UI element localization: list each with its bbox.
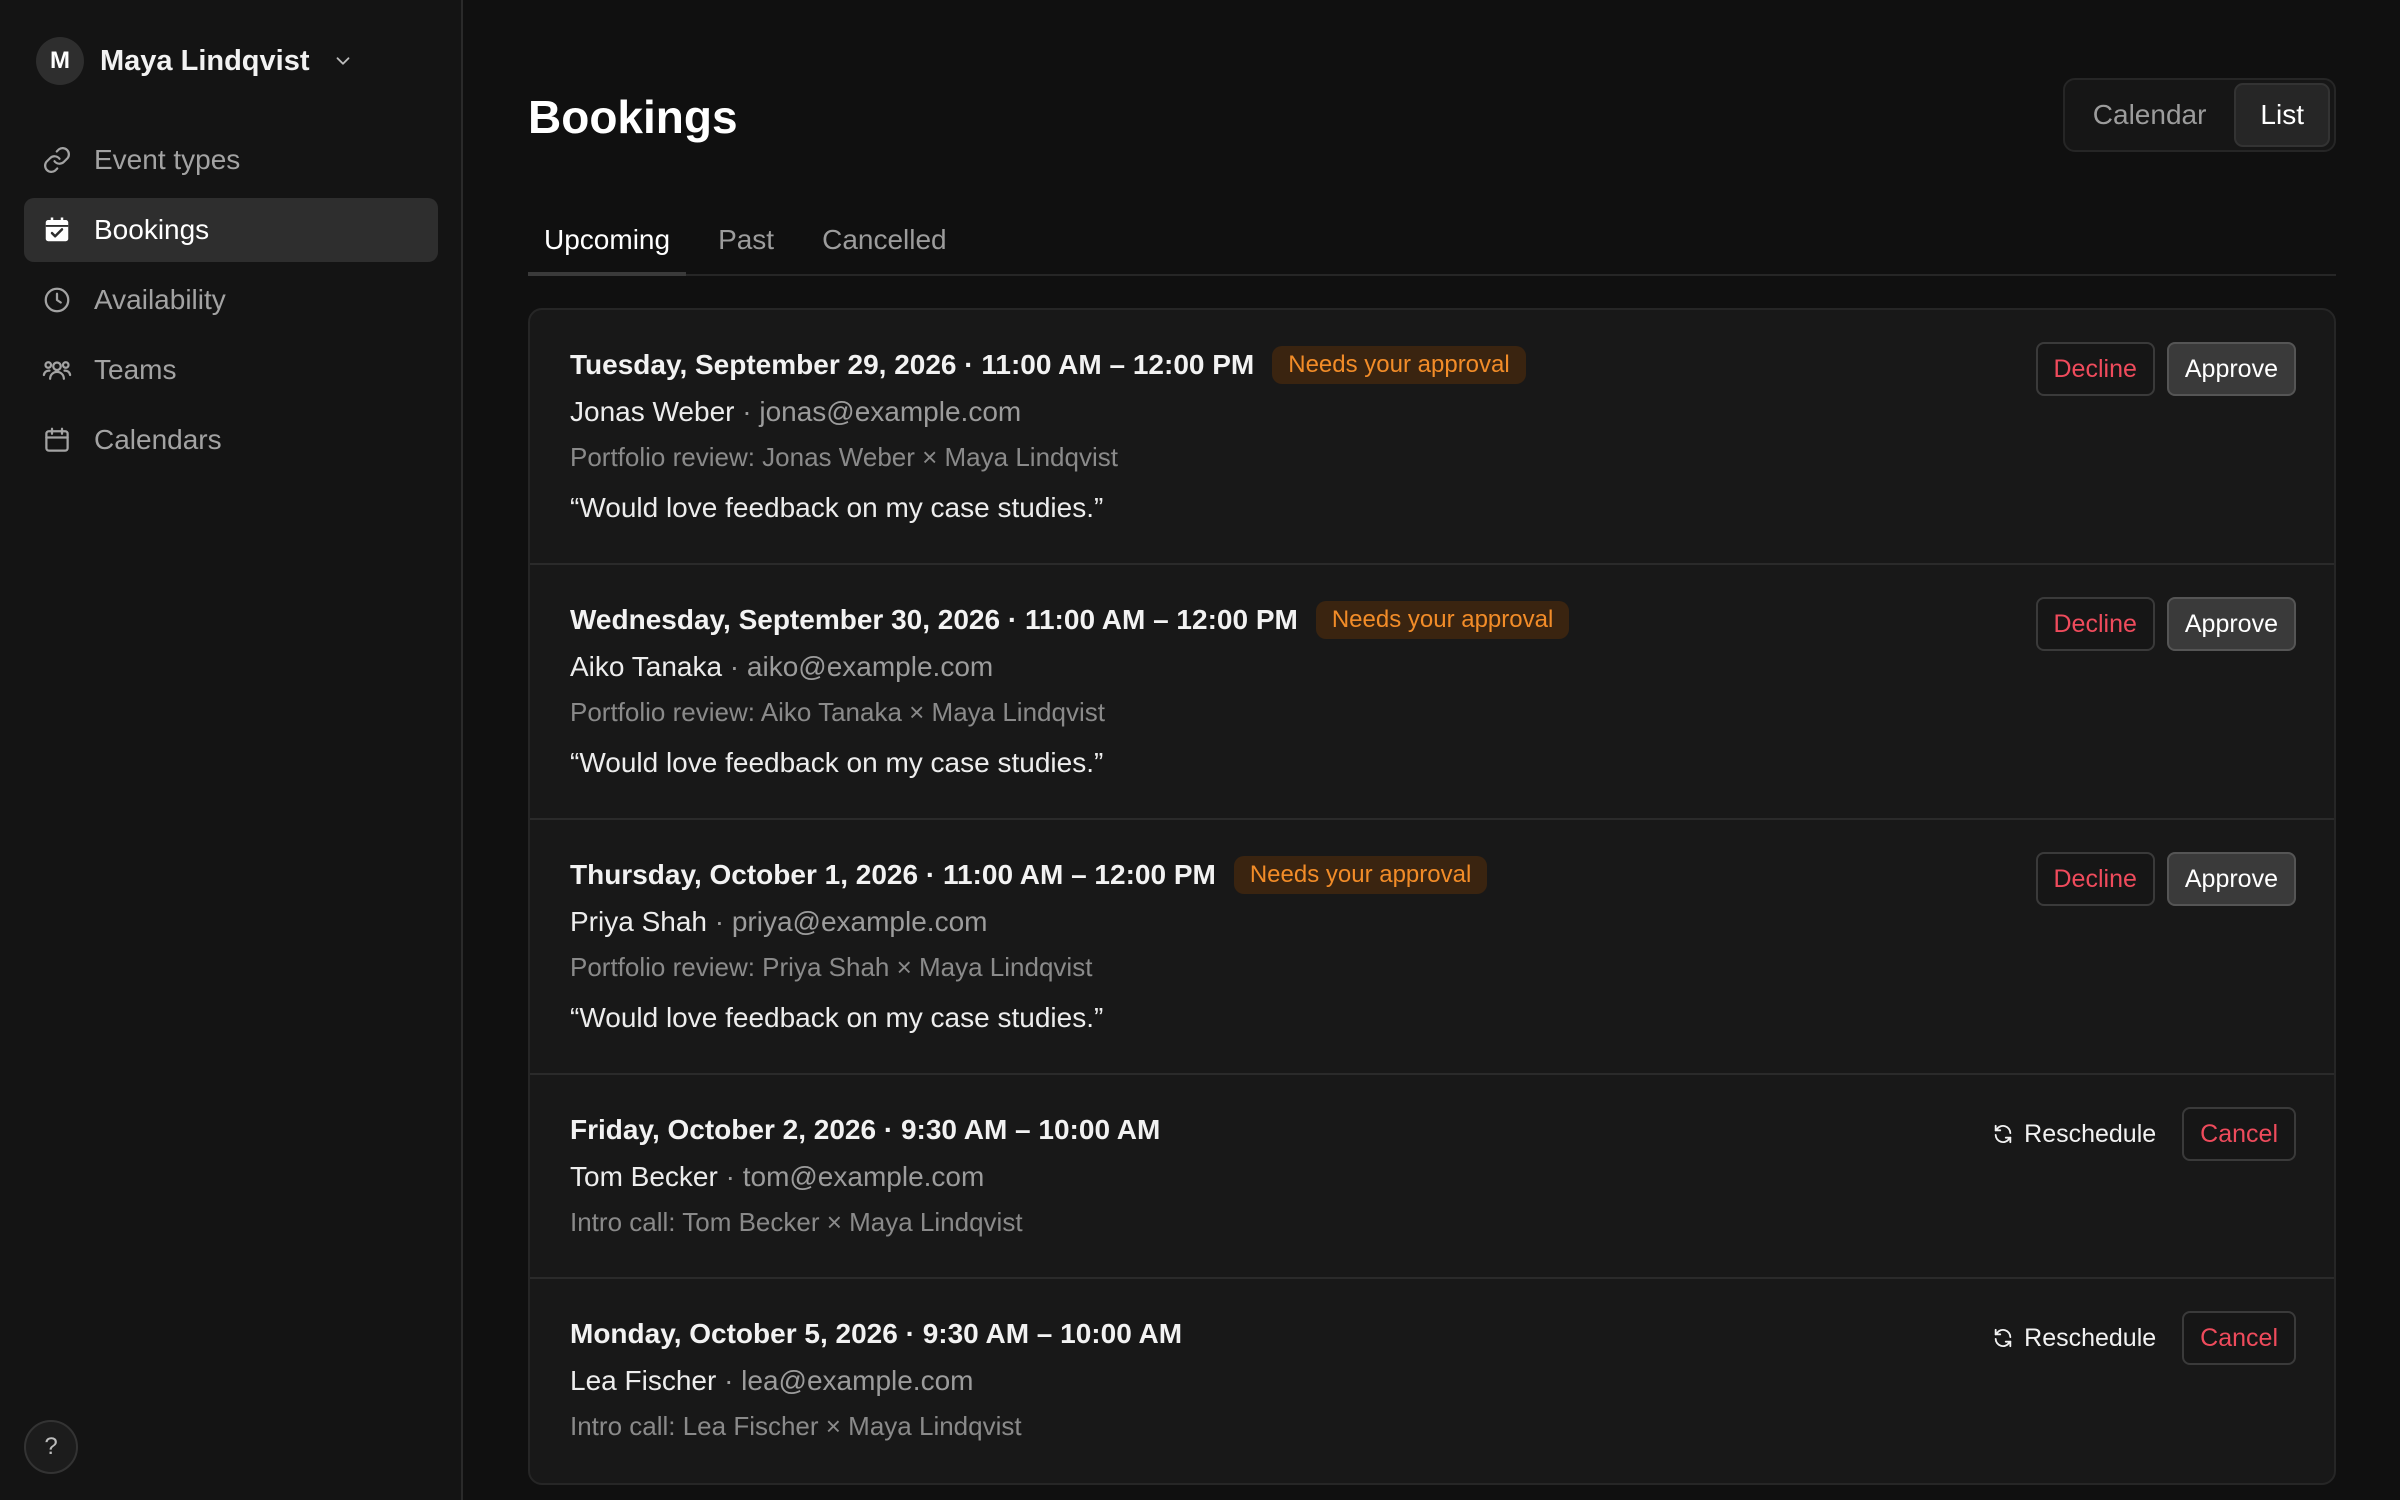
attendee-name: Jonas Weber <box>570 396 735 427</box>
cancel-button[interactable]: Cancel <box>2182 1311 2296 1365</box>
reschedule-button[interactable]: Reschedule <box>1978 1311 2170 1365</box>
status-badge: Needs your approval <box>1233 856 1488 894</box>
sidebar-item-label: Bookings <box>94 214 210 245</box>
tab-upcoming[interactable]: Upcoming <box>528 212 687 276</box>
calendar-icon <box>45 427 69 452</box>
help-button[interactable]: ? <box>24 1420 78 1474</box>
event-title: Portfolio review: Jonas Weber × Maya Lin… <box>570 442 1118 472</box>
attendee-name: Aiko Tanaka <box>570 651 723 682</box>
approve-button[interactable]: Approve <box>2166 597 2296 651</box>
attendee: Lea Fischer · lea@example.com <box>570 1365 2294 1405</box>
event-title: Portfolio review: Priya Shah × Maya Lind… <box>570 952 1093 982</box>
tab-past[interactable]: Past <box>702 212 790 276</box>
page-title: Bookings <box>528 91 738 143</box>
view-toggle: Calendar List <box>2062 78 2336 152</box>
link-icon <box>44 147 70 173</box>
booking-time: Thursday, October 1, 2026 · 11:00 AM – 1… <box>570 859 1216 890</box>
user-name: Maya Lindqvist <box>100 44 310 77</box>
user-switcher[interactable]: M Maya Lindqvist <box>36 37 354 85</box>
attendee: Priya Shah · priya@example.com <box>570 906 2294 946</box>
attendee-name: Tom Becker <box>570 1161 718 1192</box>
event-title: Portfolio review: Aiko Tanaka × Maya Lin… <box>570 697 1105 727</box>
booking-row: Wednesday, September 30, 2026 · 11:00 AM… <box>530 565 2334 820</box>
booking-row: Tuesday, September 29, 2026 · 11:00 AM –… <box>530 310 2334 565</box>
sidebar-item-calendars[interactable]: Calendars <box>24 408 438 472</box>
calendar-view-button[interactable]: Calendar <box>2069 83 2231 147</box>
calendar-check-icon <box>45 217 69 242</box>
attendee: Jonas Weber · jonas@example.com <box>570 396 2294 436</box>
booking-actions: Reschedule Cancel <box>1978 1107 2296 1161</box>
booking-row: Thursday, October 1, 2026 · 11:00 AM – 1… <box>530 820 2334 1075</box>
booking-note: “Would love feedback on my case studies.… <box>570 492 1104 523</box>
reschedule-label: Reschedule <box>2024 1323 2157 1352</box>
booking-time: Tuesday, September 29, 2026 · 11:00 AM –… <box>570 349 1255 380</box>
status-badge: Needs your approval <box>1272 346 1526 384</box>
status-badge: Needs your approval <box>1315 601 1570 639</box>
attendee-name: Lea Fischer <box>570 1365 717 1396</box>
attendee: Aiko Tanaka · aiko@example.com <box>570 651 2294 691</box>
sidebar-item-label: Event types <box>94 144 241 175</box>
cancel-button[interactable]: Cancel <box>2182 1107 2296 1161</box>
tab-cancelled[interactable]: Cancelled <box>806 212 963 276</box>
sidebar-item-label: Calendars <box>94 424 222 455</box>
approve-button[interactable]: Approve <box>2166 342 2296 396</box>
booking-row: Friday, October 2, 2026 · 9:30 AM – 10:0… <box>530 1075 2334 1279</box>
sidebar: M Maya Lindqvist Event types Bookings Av… <box>0 0 463 1500</box>
attendee-email: · lea@example.com <box>716 1365 974 1396</box>
refresh-icon <box>1994 1124 2012 1144</box>
decline-button[interactable]: Decline <box>2035 342 2155 396</box>
attendee-email: · jonas@example.com <box>734 396 1022 427</box>
reschedule-button[interactable]: Reschedule <box>1978 1107 2170 1161</box>
booking-actions: Reschedule Cancel <box>1978 1311 2296 1365</box>
decline-button[interactable]: Decline <box>2035 597 2155 651</box>
booking-actions: Decline Approve <box>2035 597 2296 651</box>
booking-note: “Would love feedback on my case studies.… <box>570 747 1104 778</box>
refresh-icon <box>1994 1328 2012 1348</box>
avatar: M <box>36 37 84 85</box>
sidebar-item-availability[interactable]: Availability <box>24 268 438 332</box>
attendee: Tom Becker · tom@example.com <box>570 1161 2294 1201</box>
attendee-name: Priya Shah <box>570 906 707 937</box>
sidebar-nav: Event types Bookings Availability Teams … <box>24 128 438 478</box>
booking-tabs: Upcoming Past Cancelled <box>528 212 2336 276</box>
reschedule-label: Reschedule <box>2024 1119 2157 1148</box>
users-icon <box>42 361 72 380</box>
bookings-list: Tuesday, September 29, 2026 · 11:00 AM –… <box>528 308 2336 1485</box>
booking-time: Wednesday, September 30, 2026 · 11:00 AM… <box>570 604 1298 635</box>
booking-note: “Would love feedback on my case studies.… <box>570 1002 1104 1033</box>
list-view-button[interactable]: List <box>2234 83 2330 147</box>
clock-icon <box>44 287 70 313</box>
approve-button[interactable]: Approve <box>2166 852 2296 906</box>
chevron-down-icon <box>336 57 349 65</box>
sidebar-item-teams[interactable]: Teams <box>24 338 438 402</box>
booking-time: Friday, October 2, 2026 · 9:30 AM – 10:0… <box>570 1114 1161 1145</box>
sidebar-item-label: Availability <box>94 284 226 315</box>
sidebar-item-bookings[interactable]: Bookings <box>24 198 438 262</box>
attendee-email: · tom@example.com <box>717 1161 985 1192</box>
booking-actions: Decline Approve <box>2035 342 2296 396</box>
sidebar-item-label: Teams <box>94 354 177 385</box>
decline-button[interactable]: Decline <box>2035 852 2155 906</box>
event-title: Intro call: Tom Becker × Maya Lindqvist <box>570 1207 1023 1237</box>
booking-row: Monday, October 5, 2026 · 9:30 AM – 10:0… <box>530 1279 2334 1483</box>
booking-time: Monday, October 5, 2026 · 9:30 AM – 10:0… <box>570 1318 1183 1349</box>
booking-actions: Decline Approve <box>2035 852 2296 906</box>
help-icon: ? <box>44 1433 58 1460</box>
attendee-email: · aiko@example.com <box>722 651 994 682</box>
attendee-email: · priya@example.com <box>706 906 988 937</box>
sidebar-item-event-types[interactable]: Event types <box>24 128 438 192</box>
event-title: Intro call: Lea Fischer × Maya Lindqvist <box>570 1411 1022 1441</box>
